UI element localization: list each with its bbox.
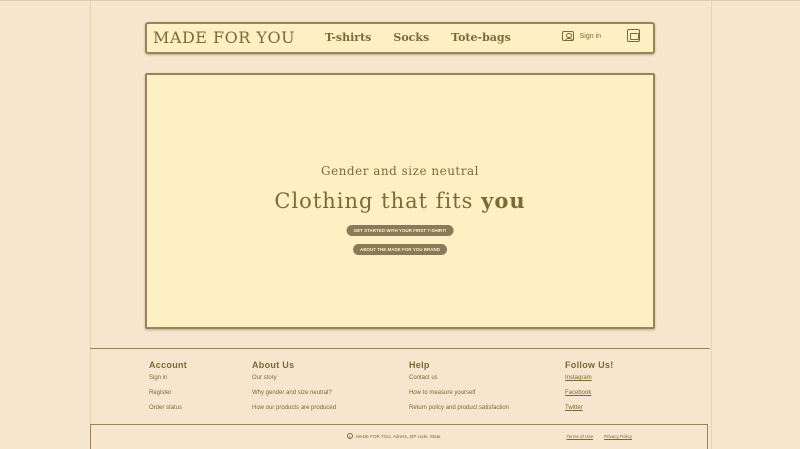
hero-subtitle: Gender and size neutral <box>321 164 479 178</box>
footer-link-why-neutral[interactable]: Why gender and size neutral? <box>252 390 336 396</box>
brand-logo[interactable]: MADE FOR YOU <box>153 28 295 47</box>
terms-of-use-link[interactable]: Terms of Use <box>566 434 593 439</box>
footer-link-return-policy[interactable]: Return policy and product satisfaction <box>409 405 509 411</box>
get-started-button[interactable]: GET STARTED WITH YOUR FIRST T-SHIRT! <box>346 225 454 236</box>
sign-in-link[interactable]: Sign in <box>561 31 601 41</box>
footer-link-instagram[interactable]: Instagram <box>565 375 614 381</box>
footer-about: About Us Our story Why gender and size n… <box>252 360 336 420</box>
user-icon <box>561 31 574 41</box>
top-divider <box>0 0 800 1</box>
footer-link-our-story[interactable]: Our story <box>252 375 336 381</box>
footer-link-register[interactable]: Register <box>149 390 187 396</box>
footer-help-title: Help <box>409 360 430 370</box>
headline-emphasis: you <box>481 188 526 213</box>
copyright-notice: c MADE FOR YOU, Adress, ZIP code, State. <box>347 433 442 439</box>
footer-follow: Follow Us! Instagram Facebook Twitter <box>565 360 614 420</box>
about-brand-button[interactable]: ABOUT THE MADE FOR YOU BRAND <box>353 244 447 255</box>
bottom-bar: c MADE FOR YOU, Adress, ZIP code, State.… <box>90 424 708 449</box>
footer-account-title: Account <box>149 360 188 370</box>
main-nav: T-shirts Socks Tote-bags <box>325 31 511 44</box>
hero-headline: Clothing that fits you <box>147 188 653 213</box>
footer-link-twitter[interactable]: Twitter <box>565 405 614 411</box>
footer-follow-title: Follow Us! <box>565 360 614 370</box>
shopping-bag-icon[interactable] <box>627 29 640 42</box>
headline-main: Clothing that fits <box>274 189 482 213</box>
site-header: MADE FOR YOU T-shirts Socks Tote-bags Si… <box>145 22 655 54</box>
copyright-icon: c <box>347 433 353 439</box>
footer-link-contact[interactable]: Contact us <box>409 375 509 381</box>
footer-link-measure[interactable]: How to measure yourself <box>409 390 509 396</box>
legal-links: Terms of Use Privacy Policy <box>566 434 632 439</box>
privacy-policy-link[interactable]: Privacy Policy <box>604 434 632 439</box>
footer-help: Help Contact us How to measure yourself … <box>409 360 509 420</box>
footer-about-title: About Us <box>252 360 295 370</box>
nav-socks[interactable]: Socks <box>393 31 429 44</box>
footer-divider <box>90 348 710 349</box>
footer-link-sign-in[interactable]: Sign in <box>149 375 187 381</box>
copyright-text: MADE FOR YOU, Adress, ZIP code, State. <box>356 433 442 439</box>
sign-in-label: Sign in <box>579 32 601 40</box>
footer-link-production[interactable]: How our products are produced <box>252 405 336 411</box>
footer-link-order-status[interactable]: Order status <box>149 405 187 411</box>
nav-tote-bags[interactable]: Tote-bags <box>451 31 511 44</box>
hero-banner: Gender and size neutral Clothing that fi… <box>145 73 655 329</box>
footer-link-facebook[interactable]: Facebook <box>565 390 614 396</box>
nav-tshirts[interactable]: T-shirts <box>325 31 371 44</box>
footer-account: Account Sign in Register Order status <box>149 360 187 420</box>
